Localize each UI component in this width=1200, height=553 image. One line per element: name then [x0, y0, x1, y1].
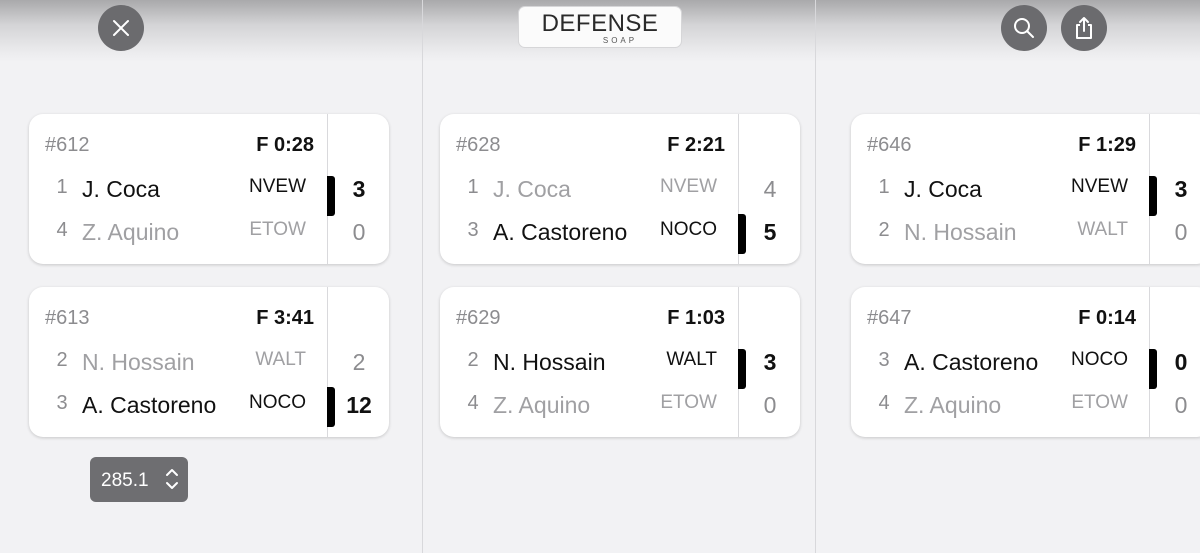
- player-score: 0: [352, 219, 366, 245]
- player-seed: 2: [467, 349, 479, 371]
- team-code: NVEW: [1071, 176, 1128, 197]
- match-status: F 3:41: [256, 307, 314, 329]
- logo-subtext: SOAP: [602, 36, 638, 45]
- stepper-value: 285.1: [101, 470, 149, 491]
- logo-text: DEFENSE: [541, 10, 659, 37]
- player-name: N. Hossain: [493, 349, 606, 375]
- player-score: 3: [1174, 176, 1188, 202]
- share-icon: [1076, 17, 1092, 39]
- player-score: 0: [1174, 219, 1188, 245]
- column-divider: [422, 0, 423, 553]
- close-icon: [113, 20, 129, 36]
- match-number: #613: [45, 307, 90, 329]
- team-code: NOCO: [1071, 349, 1128, 370]
- match-card[interactable]: #646 F 1:29 1 J. Coca NVEW 2 N. Hossain …: [851, 114, 1200, 264]
- player-score: 2: [352, 349, 366, 375]
- team-code: NOCO: [249, 392, 306, 413]
- match-card[interactable]: #613 F 3:41 2 N. Hossain WALT 3 A. Casto…: [29, 287, 389, 437]
- match-status: F 2:21: [667, 134, 725, 156]
- player-seed: 1: [56, 176, 68, 198]
- player-score: 12: [346, 392, 372, 418]
- match-status: F 0:14: [1078, 307, 1136, 329]
- player-name: Z. Aquino: [904, 392, 1002, 418]
- match-card[interactable]: #647 F 0:14 3 A. Castoreno NOCO 4 Z. Aqu…: [851, 287, 1200, 437]
- player-seed: 3: [56, 392, 68, 414]
- team-code: NOCO: [660, 219, 717, 240]
- player-name: A. Castoreno: [904, 349, 1039, 375]
- player-score: 0: [1174, 392, 1188, 418]
- chevron-up-down-icon[interactable]: [164, 465, 180, 493]
- player-name: J. Coca: [82, 176, 160, 202]
- match-card[interactable]: #628 F 2:21 1 J. Coca NVEW 3 A. Castoren…: [440, 114, 800, 264]
- match-number: #646: [867, 134, 912, 156]
- team-code: WALT: [1077, 219, 1128, 240]
- player-seed: 1: [467, 176, 479, 198]
- player-name: A. Castoreno: [493, 219, 628, 245]
- player-name: N. Hossain: [82, 349, 195, 375]
- team-code: ETOW: [1071, 392, 1128, 413]
- team-code: ETOW: [660, 392, 717, 413]
- player-seed: 2: [878, 219, 890, 241]
- close-button[interactable]: [98, 5, 144, 51]
- team-code: NVEW: [660, 176, 717, 197]
- player-score: 4: [763, 176, 777, 202]
- team-code: NVEW: [249, 176, 306, 197]
- team-code: ETOW: [249, 219, 306, 240]
- search-button[interactable]: [1001, 5, 1047, 51]
- match-card[interactable]: #612 F 0:28 1 J. Coca NVEW 4 Z. Aquino E…: [29, 114, 389, 264]
- search-icon: [1014, 18, 1034, 38]
- value-stepper[interactable]: 285.1: [90, 457, 188, 502]
- column-divider: [815, 0, 816, 553]
- sponsor-logo: DEFENSE SOAP: [518, 6, 682, 48]
- player-seed: 4: [56, 219, 68, 241]
- player-seed: 1: [878, 176, 890, 198]
- match-status: F 1:29: [1078, 134, 1136, 156]
- player-name: J. Coca: [493, 176, 571, 202]
- player-seed: 3: [878, 349, 890, 371]
- match-number: #628: [456, 134, 501, 156]
- player-name: N. Hossain: [904, 219, 1017, 245]
- player-seed: 4: [467, 392, 479, 414]
- match-number: #629: [456, 307, 501, 329]
- player-name: A. Castoreno: [82, 392, 217, 418]
- match-number: #647: [867, 307, 912, 329]
- player-name: Z. Aquino: [82, 219, 180, 245]
- player-score: 5: [763, 219, 777, 245]
- match-status: F 1:03: [667, 307, 725, 329]
- match-number: #612: [45, 134, 90, 156]
- match-status: F 0:28: [256, 134, 314, 156]
- player-score: 0: [763, 392, 777, 418]
- player-score: 3: [763, 349, 777, 375]
- team-code: WALT: [666, 349, 717, 370]
- player-score: 3: [352, 176, 366, 202]
- player-seed: 2: [56, 349, 68, 371]
- player-name: Z. Aquino: [493, 392, 591, 418]
- match-card[interactable]: #629 F 1:03 2 N. Hossain WALT 4 Z. Aquin…: [440, 287, 800, 437]
- player-name: J. Coca: [904, 176, 982, 202]
- player-seed: 3: [467, 219, 479, 241]
- share-button[interactable]: [1061, 5, 1107, 51]
- team-code: WALT: [255, 349, 306, 370]
- player-score: 0: [1174, 349, 1188, 375]
- player-seed: 4: [878, 392, 890, 414]
